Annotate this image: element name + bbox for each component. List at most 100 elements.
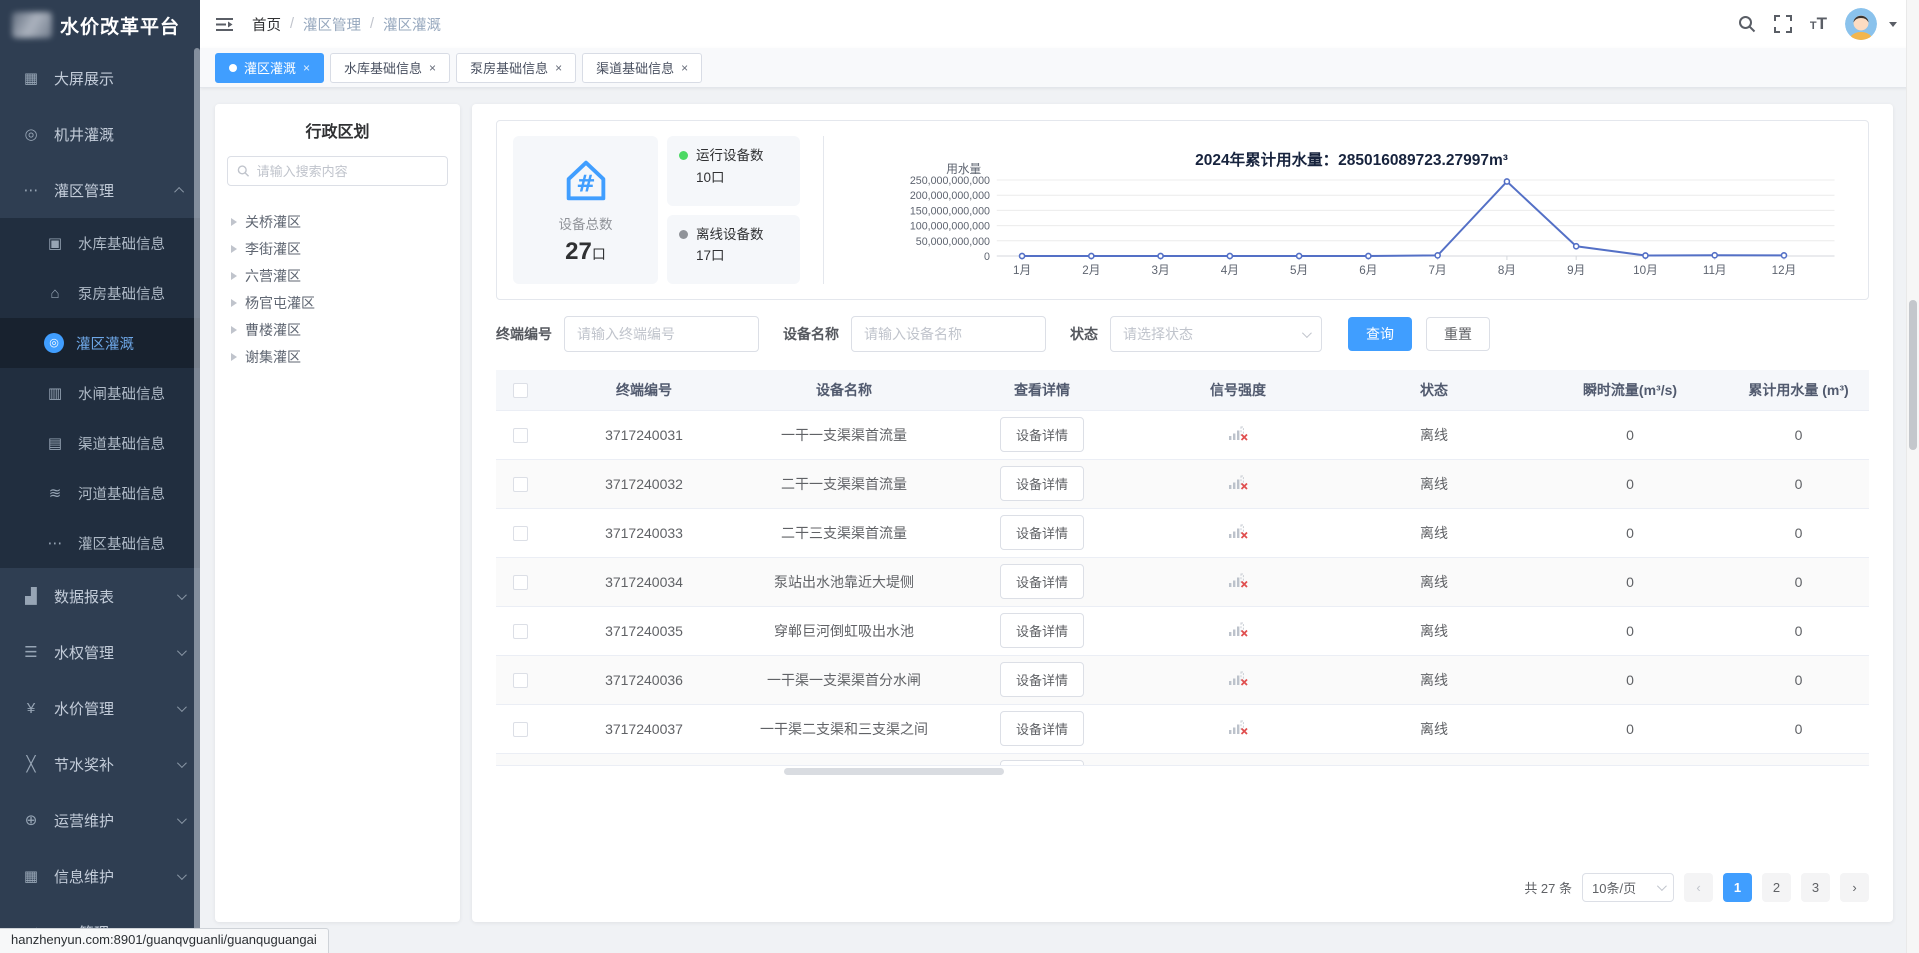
page-button-2[interactable]: 2 [1762, 873, 1791, 902]
search-button[interactable]: 查询 [1348, 317, 1412, 351]
region-search-input[interactable] [257, 164, 438, 179]
terminal-filter-input[interactable] [564, 316, 759, 352]
cell-total: 0 [1728, 704, 1869, 753]
sidebar-item-operation[interactable]: ⊕ 运营维护 [0, 792, 200, 848]
tab-channel-info[interactable]: 渠道基础信息 × [582, 53, 702, 83]
sidebar-item-screen-display[interactable]: ▦ 大屏展示 [0, 50, 200, 106]
device-detail-button[interactable]: 设备详情 [1000, 662, 1084, 697]
row-checkbox[interactable] [513, 673, 528, 688]
tab-irrigation[interactable]: 灌区灌溉 × [215, 53, 324, 83]
filter-bar: 终端编号 设备名称 状态 请选择状态 查询 重置 [496, 316, 1869, 352]
device-detail-button[interactable]: 设备详情 [1000, 417, 1084, 452]
device-detail-button[interactable]: 设备详情 [1000, 564, 1084, 599]
cell-device: 穿郸巨河倒虹吸出水池 [744, 606, 944, 655]
sidebar-item-water-rights[interactable]: ☰ 水权管理 [0, 624, 200, 680]
cell-terminal: 3717240035 [544, 606, 744, 655]
caret-right-icon[interactable] [231, 326, 237, 334]
sidebar-item-district-info[interactable]: ⋯ 灌区基础信息 [0, 518, 200, 568]
caret-right-icon[interactable] [231, 272, 237, 280]
row-checkbox[interactable] [513, 428, 528, 443]
close-icon[interactable]: × [429, 61, 436, 75]
next-page-button[interactable]: › [1840, 873, 1869, 902]
search-icon[interactable] [1738, 15, 1756, 33]
row-checkbox[interactable] [513, 722, 528, 737]
row-checkbox[interactable] [513, 624, 528, 639]
region-tree-item[interactable]: 李街灌区 [227, 235, 448, 262]
cell-total [1728, 753, 1869, 766]
breadcrumb-irrigation-mgmt[interactable]: 灌区管理 [303, 14, 361, 35]
device-detail-button[interactable]: 设备详情 [1000, 466, 1084, 501]
tab-reservoir-info[interactable]: 水库基础信息 × [330, 53, 450, 83]
close-icon[interactable]: × [303, 61, 310, 75]
status-filter-label: 状态 [1070, 324, 1098, 344]
caret-right-icon[interactable] [231, 353, 237, 361]
sidebar-item-channel-info[interactable]: ▤ 渠道基础信息 [0, 418, 200, 468]
sidebar-item-well-irrigation[interactable]: ◎ 机井灌溉 [0, 106, 200, 162]
row-checkbox[interactable] [513, 526, 528, 541]
close-icon[interactable]: × [681, 61, 688, 75]
region-tree-item[interactable]: 关桥灌区 [227, 208, 448, 235]
running-status-dot-icon [679, 151, 688, 160]
breadcrumb-home[interactable]: 首页 [252, 14, 281, 35]
sidebar-item-label: 灌区管理 [54, 180, 114, 201]
page-scrollbar-thumb[interactable] [1909, 300, 1917, 450]
device-filter-input[interactable] [851, 316, 1046, 352]
svg-text:250,000,000,000: 250,000,000,000 [910, 175, 990, 187]
sidebar-item-water-saving[interactable]: ╳ 节水奖补 [0, 736, 200, 792]
cell-status: 离线 [1336, 704, 1532, 753]
device-filter-label: 设备名称 [783, 324, 839, 344]
region-tree-item[interactable]: 谢集灌区 [227, 343, 448, 370]
caret-right-icon[interactable] [231, 218, 237, 226]
offline-devices-label: 离线设备数 [696, 225, 764, 245]
select-all-checkbox[interactable] [513, 383, 528, 398]
sidebar-item-river-info[interactable]: ≋ 河道基础信息 [0, 468, 200, 518]
tab-pump-room-info[interactable]: 泵房基础信息 × [456, 53, 576, 83]
collapse-sidebar-icon[interactable] [215, 17, 234, 32]
sidebar-item-label: 水闸基础信息 [78, 383, 165, 404]
offline-devices-value: 17口 [696, 244, 764, 264]
table-row: 设备详情 [496, 753, 1869, 766]
sidebar-item-pump-room-info[interactable]: ⌂ 泵房基础信息 [0, 268, 200, 318]
prev-page-button[interactable]: ‹ [1684, 873, 1713, 902]
region-tree-item[interactable]: 杨官屯灌区 [227, 289, 448, 316]
horizontal-scrollbar-thumb[interactable] [784, 768, 1004, 775]
signal-offline-icon [1228, 428, 1249, 444]
sidebar-menu: ▦ 大屏展示 ◎ 机井灌溉 ⋯ 灌区管理 ▣ 水库基础信息 ⌂ 泵房基础信息 [0, 50, 200, 953]
well-irrigation-icon: ◎ [20, 125, 42, 143]
page-size-select[interactable]: 10条/页 [1582, 873, 1674, 902]
sidebar-item-reservoir-info[interactable]: ▣ 水库基础信息 [0, 218, 200, 268]
topbar-actions: TT [1738, 8, 1897, 40]
device-detail-button[interactable]: 设备详情 [1000, 760, 1084, 766]
pump-room-icon: ⌂ [44, 285, 66, 302]
font-size-icon[interactable]: TT [1810, 14, 1827, 34]
status-filter-select[interactable]: 请选择状态 [1110, 316, 1322, 352]
device-detail-button[interactable]: 设备详情 [1000, 515, 1084, 550]
sidebar-item-irrigation-mgmt[interactable]: ⋯ 灌区管理 [0, 162, 200, 218]
close-icon[interactable]: × [555, 61, 562, 75]
sidebar-item-info-maintenance[interactable]: ▦ 信息维护 [0, 848, 200, 904]
cell-device: 二干三支渠渠首流量 [744, 508, 944, 557]
page-button-1[interactable]: 1 [1723, 873, 1752, 902]
fullscreen-icon[interactable] [1774, 15, 1792, 33]
sidebar-item-irrigation-active[interactable]: ◎ 灌区灌溉 [0, 318, 200, 368]
device-detail-button[interactable]: 设备详情 [1000, 711, 1084, 746]
avatar[interactable] [1845, 8, 1877, 40]
region-tree-item[interactable]: 曹楼灌区 [227, 316, 448, 343]
user-menu-caret-icon[interactable] [1889, 22, 1897, 27]
breadcrumb: 首页 / 灌区管理 / 灌区灌溉 [252, 14, 441, 35]
row-checkbox[interactable] [513, 477, 528, 492]
caret-right-icon[interactable] [231, 245, 237, 253]
page-scrollbar [1906, 0, 1919, 953]
page-button-3[interactable]: 3 [1801, 873, 1830, 902]
main-panel: # 设备总数 27口 运行设备数 10口 [472, 104, 1893, 922]
region-tree-item[interactable]: 六营灌区 [227, 262, 448, 289]
caret-right-icon[interactable] [231, 299, 237, 307]
row-checkbox[interactable] [513, 575, 528, 590]
sidebar-item-data-report[interactable]: ▟ 数据报表 [0, 568, 200, 624]
reset-button[interactable]: 重置 [1426, 317, 1490, 351]
sidebar-item-sluice-info[interactable]: ▥ 水闸基础信息 [0, 368, 200, 418]
sidebar-item-water-price[interactable]: ¥ 水价管理 [0, 680, 200, 736]
sidebar-scrollbar[interactable] [194, 48, 200, 953]
device-detail-button[interactable]: 设备详情 [1000, 613, 1084, 648]
sidebar-item-label: 信息维护 [54, 866, 114, 887]
